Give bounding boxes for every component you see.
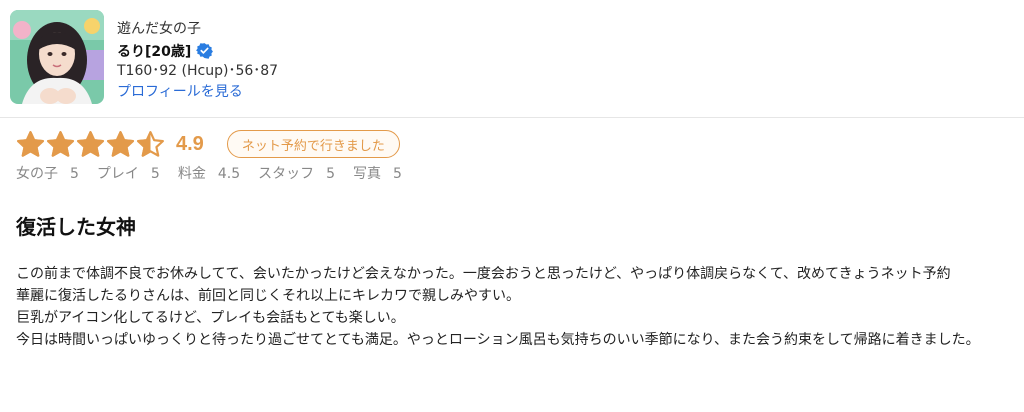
review-body: この前まで体調不良でお休みしてて、会いたかったけど会えなかった。一度会おうと思っ…	[16, 263, 1011, 351]
profile-card: 遊んだ女の子 るり[20歳] T160･92 (Hcup)･56･87 プロフィ…	[0, 0, 1024, 118]
subscore-item: プレイ 5	[97, 165, 160, 183]
name-row: るり[20歳]	[117, 40, 278, 61]
profile-info: 遊んだ女の子 るり[20歳] T160･92 (Hcup)･56･87 プロフィ…	[117, 19, 278, 103]
reservation-badge: ネット予約で行きました	[226, 130, 400, 158]
subscore-value: 5	[326, 166, 336, 182]
star-icon	[16, 130, 45, 159]
subscore-label: 写真	[353, 166, 382, 182]
rating-row: 4.9 ネット予約で行きました	[16, 129, 400, 159]
star-icon	[136, 130, 165, 159]
portrait-image	[10, 10, 104, 104]
star-icon	[106, 130, 135, 159]
profile-caption: 遊んだ女の子	[117, 21, 201, 37]
subscore-value: 4.5	[217, 166, 241, 182]
review-paragraph: この前まで体調不良でお休みしてて、会いたかったけど会えなかった。一度会おうと思っ…	[16, 266, 951, 282]
subscore-item: 料金 4.5	[178, 165, 240, 183]
subscores: 女の子 5 プレイ 5 料金 4.5 スタッフ 5 写真 5	[16, 165, 420, 183]
subscore-value: 5	[150, 166, 160, 182]
subscore-item: 写真 5	[353, 165, 402, 183]
profile-link[interactable]: プロフィールを見る	[117, 82, 278, 103]
review-paragraph: 巨乳がアイコン化してるけど、プレイも会話もとても楽しい。	[16, 310, 405, 326]
profile-name: るり[20歳]	[117, 43, 192, 60]
rating-score: 4.9	[176, 132, 204, 155]
subscore-item: スタッフ 5	[258, 165, 335, 183]
subscore-value: 5	[70, 166, 79, 182]
subscore-label: プレイ	[96, 166, 139, 182]
review-paragraph: 今日は時間いっぱいゆっくりと待ったり過ごせてとても満足。やっとローション風呂も気…	[16, 332, 980, 348]
profile-stats: T160･92 (Hcup)･56･87	[117, 63, 279, 79]
star-icon	[46, 130, 75, 159]
subscore-label: 料金	[177, 166, 206, 182]
subscore-label: スタッフ	[258, 166, 315, 182]
subscore-item: 女の子 5	[16, 165, 79, 183]
profile-photo[interactable]	[10, 10, 104, 104]
review-title: 復活した女神	[16, 215, 136, 239]
verified-badge-icon	[196, 42, 214, 59]
subscore-label: 女の子	[16, 166, 58, 182]
subscore-value: 5	[393, 166, 402, 182]
review-paragraph: 華麗に復活したるりさんは、前回と同じくそれ以上にキレカワで親しみやすい。	[16, 288, 520, 304]
star-rating	[16, 130, 165, 159]
star-icon	[76, 130, 105, 159]
